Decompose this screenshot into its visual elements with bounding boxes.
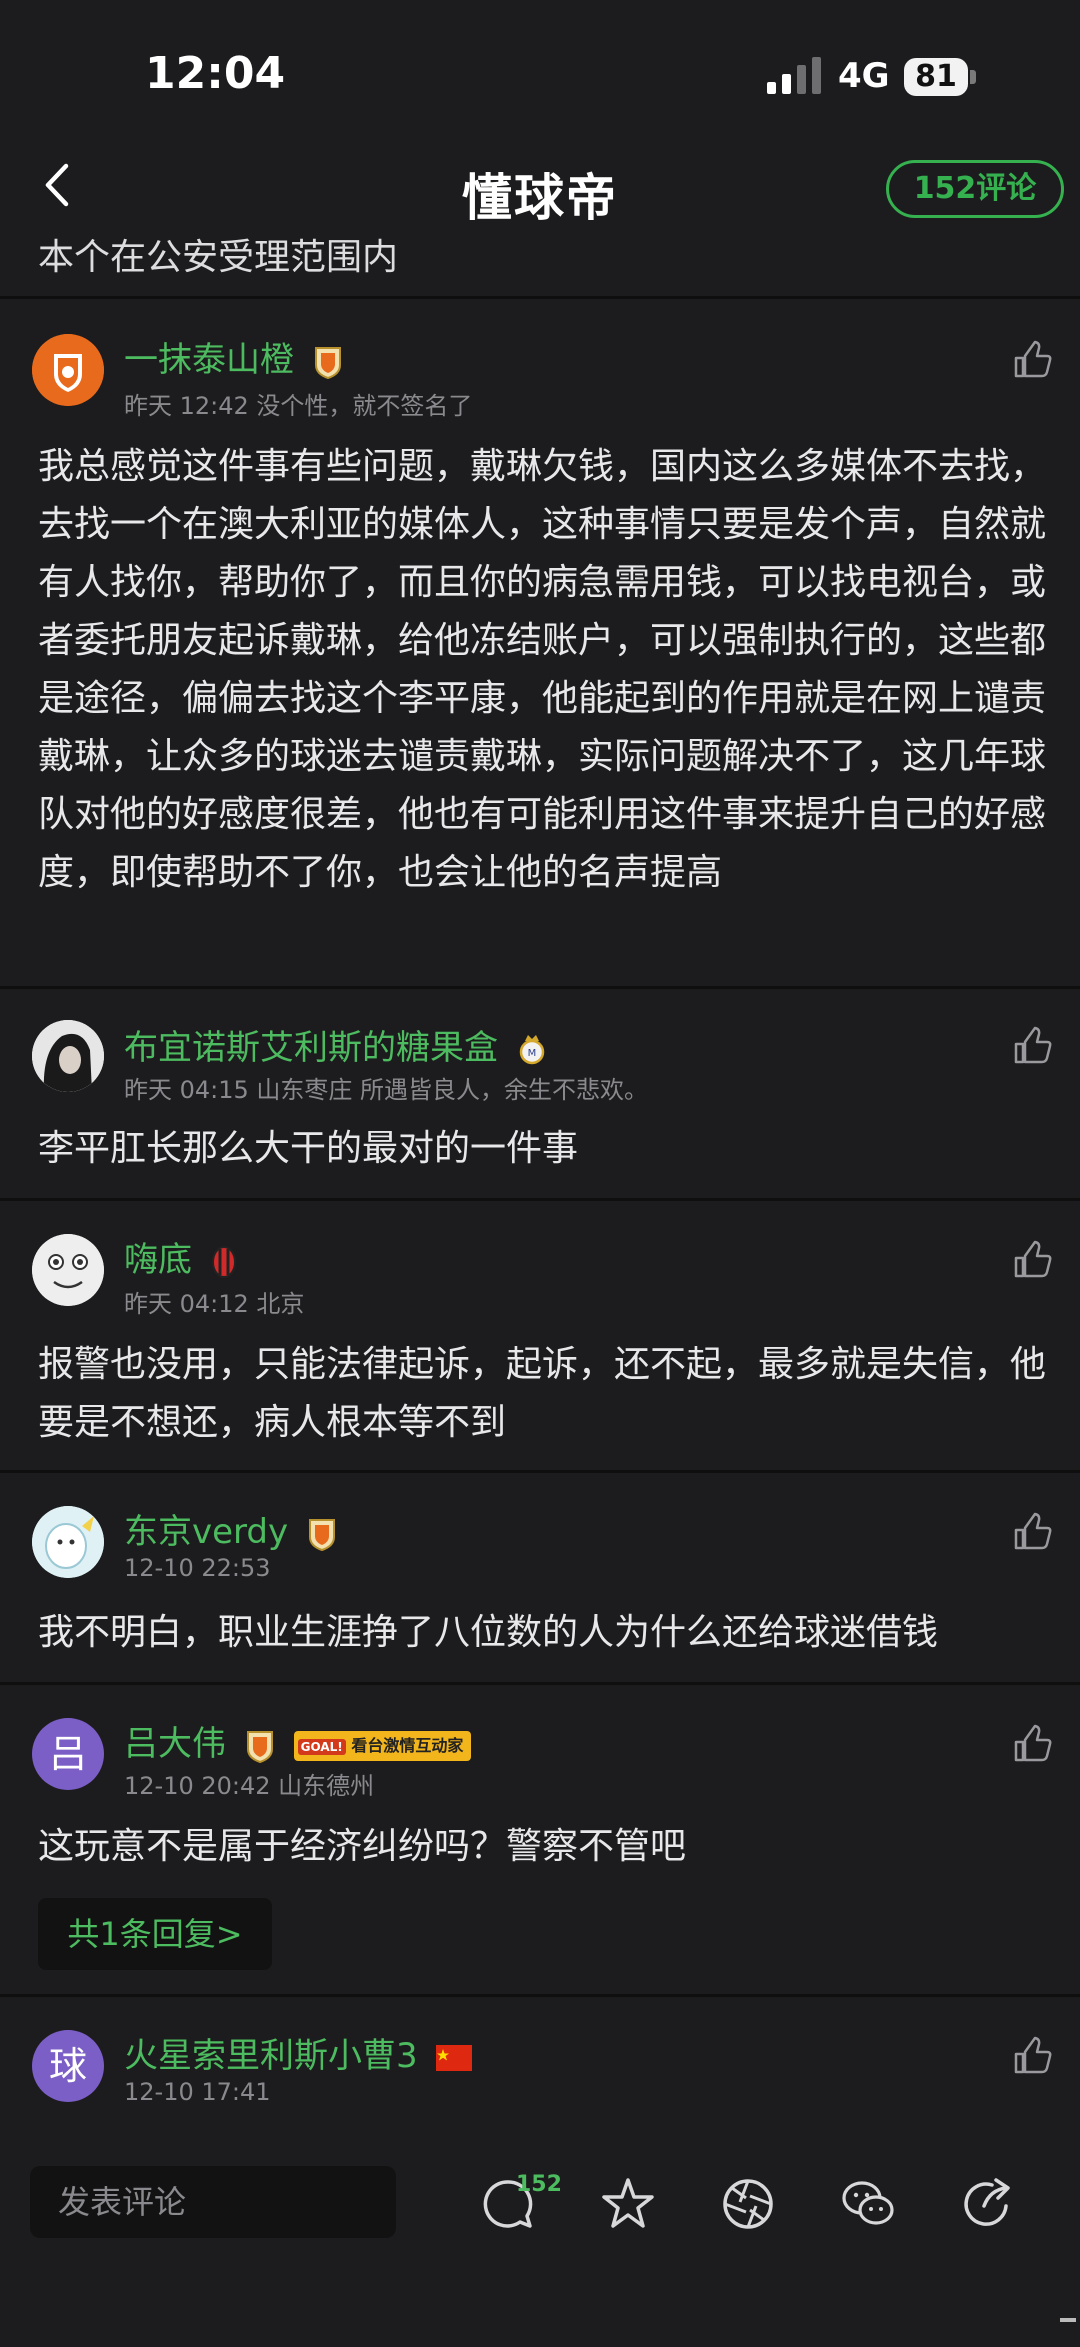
comment-meta: 12-10 17:41 <box>124 2078 271 2106</box>
comment-meta: 昨天 04:15 山东枣庄 所遇皆良人，余生不悲欢。 <box>124 1076 649 1104</box>
divider <box>0 1682 1080 1685</box>
comment-username[interactable]: 嗨底 <box>124 1232 237 1281</box>
thumbs-up-icon[interactable] <box>1012 1512 1052 1552</box>
club-badge-icon <box>211 1245 236 1278</box>
network-type: 4G <box>838 56 890 96</box>
thumbs-up-icon[interactable] <box>1012 1240 1052 1280</box>
team-badge-icon <box>314 346 341 379</box>
comment-username[interactable]: 火星索里利斯小曹3 <box>124 2028 473 2077</box>
smiley-avatar-icon <box>32 1234 104 1306</box>
avatar-initial: 吕 <box>48 1732 87 1776</box>
comment-username[interactable]: 一抹泰山橙 <box>124 332 343 381</box>
svg-text:M: M <box>527 1048 536 1059</box>
thumbs-up-icon[interactable] <box>1012 340 1052 380</box>
comment-text: 这玩意不是属于经济纠纷吗？警察不管吧 <box>38 1826 687 1867</box>
view-replies-button[interactable]: 共1条回复> <box>38 1898 272 1970</box>
username-text[interactable]: 吕大伟 <box>124 1724 226 1764</box>
status-bar: 12:04 4G 81 <box>0 0 1080 150</box>
username-text[interactable]: 东京verdy <box>124 1512 288 1552</box>
comment-username[interactable]: 东京verdy <box>124 1504 337 1553</box>
team-badge-icon <box>308 1518 335 1551</box>
comment-username[interactable]: 布宜诺斯艾利斯的糖果盒 M <box>124 1020 547 1069</box>
battery-level: 81 <box>915 59 957 94</box>
camera-shutter-icon[interactable] <box>720 2176 776 2232</box>
club-badge-icon: M <box>519 1034 545 1064</box>
divider <box>0 1994 1080 1997</box>
avatar-initial: 球 <box>48 2044 87 2088</box>
share-arrow-icon[interactable] <box>960 2176 1016 2232</box>
username-text[interactable]: 布宜诺斯艾利斯的糖果盒 <box>124 1028 498 1068</box>
battery-icon: 81 <box>904 58 968 96</box>
comment-text: 报警也没用，只能法律起诉，起诉，还不起，最多就是失信，他要是不想还，病人根本等不… <box>38 1344 1047 1443</box>
comment-meta: 昨天 04:12 北京 <box>124 1290 305 1318</box>
avatar[interactable] <box>32 1234 104 1306</box>
avatar[interactable] <box>32 334 104 406</box>
comment-input[interactable]: 发表评论 <box>30 2166 396 2238</box>
comment-meta: 12-10 22:53 <box>124 1554 271 1582</box>
divider <box>0 1198 1080 1201</box>
username-text[interactable]: 嗨底 <box>124 1240 192 1280</box>
comment-count-button[interactable]: 152评论 <box>886 160 1064 218</box>
china-flag-icon <box>436 2044 473 2071</box>
comment-text: 我不明白，职业生涯挣了八位数的人为什么还给球迷借钱 <box>38 1612 939 1653</box>
team-crest-icon <box>32 334 104 406</box>
comment-text: 李平肛长那么大干的最对的一件事 <box>38 1128 579 1169</box>
thumbs-up-icon[interactable] <box>1012 1026 1052 1066</box>
previous-comment-text: 本个在公安受理范围内 <box>38 237 399 278</box>
cartoon-avatar-icon <box>32 1506 104 1578</box>
username-text[interactable]: 一抹泰山橙 <box>124 340 294 380</box>
avatar[interactable]: 球 <box>32 2030 104 2102</box>
username-text[interactable]: 火星索里利斯小曹3 <box>124 2036 418 2076</box>
comment-count-badge: 152 <box>516 2172 562 2197</box>
signal-icon <box>767 57 821 94</box>
star-icon[interactable] <box>600 2176 656 2232</box>
status-time: 12:04 <box>145 48 286 99</box>
wechat-icon[interactable] <box>840 2176 896 2232</box>
thumbs-up-icon[interactable] <box>1012 1724 1052 1764</box>
comment-meta: 昨天 12:42 没个性，就不签名了 <box>124 392 473 420</box>
avatar[interactable]: 吕 <box>32 1718 104 1790</box>
thumbs-up-icon[interactable] <box>1012 2036 1052 2076</box>
home-indicator <box>1060 2318 1076 2322</box>
divider <box>0 986 1080 989</box>
comment-meta: 12-10 20:42 山东德州 <box>124 1772 375 1800</box>
fan-badge-tag: GOAL! <box>297 1738 346 1755</box>
fan-title-badge: GOAL! 看台激情互动家 <box>293 1730 472 1761</box>
battery-tip <box>970 70 976 84</box>
divider <box>0 1470 1080 1473</box>
team-badge-icon <box>246 1730 273 1763</box>
avatar[interactable] <box>32 1506 104 1578</box>
comment-username[interactable]: 吕大伟 GOAL! 看台激情互动家 <box>124 1716 472 1765</box>
comment-text: 我总感觉这件事有些问题，戴琳欠钱，国内这么多媒体不去找，去找一个在澳大利亚的媒体… <box>38 446 1047 893</box>
portrait-avatar-icon <box>32 1020 104 1092</box>
fan-badge-label: 看台激情互动家 <box>351 1735 464 1755</box>
divider <box>0 296 1080 299</box>
avatar[interactable] <box>32 1020 104 1092</box>
